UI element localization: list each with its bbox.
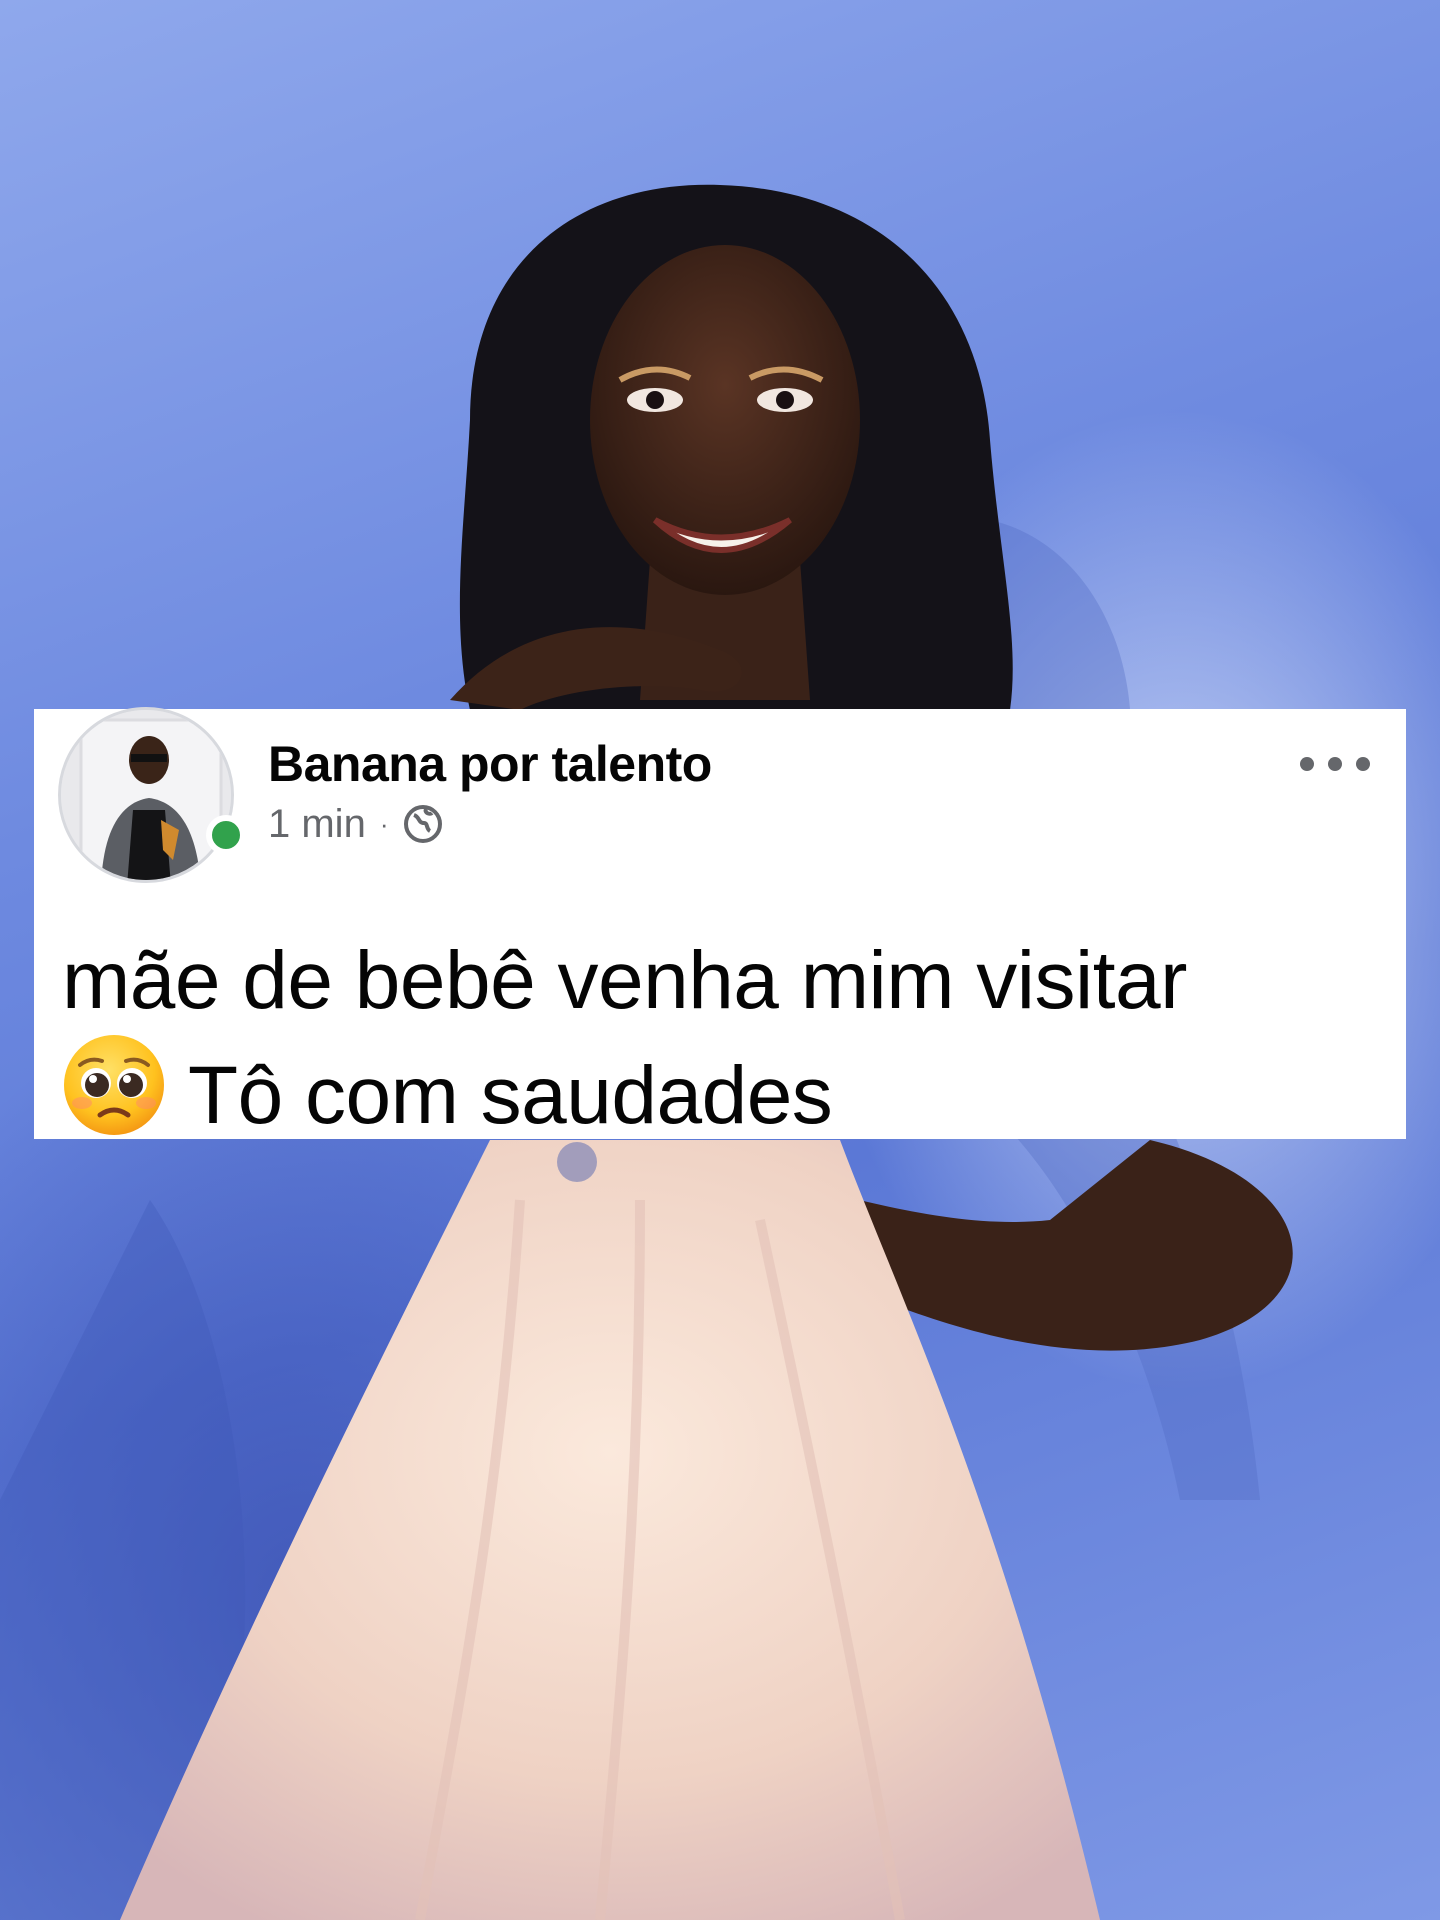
meta-separator: · [379, 808, 389, 839]
post-card: Banana por talento 1 min · mãe de bebê v… [34, 707, 1406, 1141]
online-status-indicator [206, 815, 246, 855]
avatar[interactable] [58, 707, 234, 883]
author-name[interactable]: Banana por talento [268, 735, 712, 793]
post-text: mãe de bebê venha mim visitar Tô com sau… [62, 929, 1392, 1162]
post-text-line-1: mãe de bebê venha mim visitar [62, 935, 1187, 1026]
timestamp[interactable]: 1 min [268, 802, 366, 847]
post-text-line-2: Tô com saudades [62, 1033, 1392, 1162]
post-text-line-2-text: Tô com saudades [188, 1050, 833, 1141]
more-options-dot [1300, 757, 1314, 771]
globe-icon [404, 805, 443, 843]
pleading-face-emoji [62, 1033, 166, 1162]
more-options-dot [1328, 757, 1342, 771]
post-meta: 1 min · [268, 801, 444, 847]
avatar-photo [61, 710, 231, 880]
more-options-button[interactable] [1300, 749, 1370, 779]
more-options-dot [1356, 757, 1370, 771]
